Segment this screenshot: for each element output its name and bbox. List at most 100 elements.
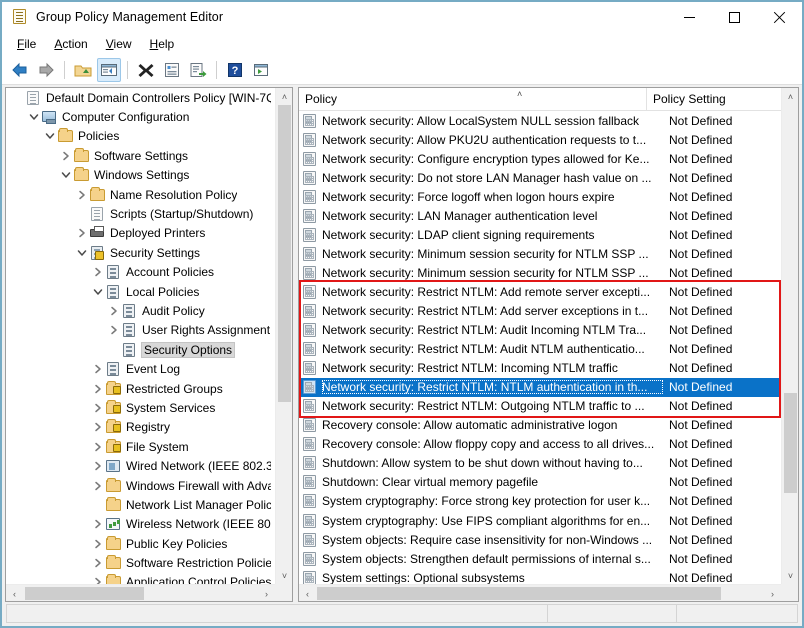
list-scroll-left-button[interactable]: ‹ bbox=[299, 585, 316, 601]
policy-row[interactable]: Network security: Restrict NTLM: Add rem… bbox=[299, 282, 781, 301]
policy-row[interactable]: Network security: Do not store LAN Manag… bbox=[299, 168, 781, 187]
chevron-right-icon[interactable] bbox=[74, 187, 90, 203]
up-one-level-button[interactable] bbox=[71, 58, 95, 82]
chevron-down-icon[interactable] bbox=[26, 109, 42, 125]
policy-row[interactable]: Network security: LDAP client signing re… bbox=[299, 225, 781, 244]
tree-item-policies[interactable]: Policies bbox=[6, 127, 275, 146]
tree-scroll-left-button[interactable]: ‹ bbox=[6, 585, 23, 601]
list-scroll-up-button[interactable]: ˄ bbox=[782, 88, 798, 105]
tree-item-security-options[interactable]: Security Options bbox=[6, 340, 275, 359]
tree-scroll-down-button[interactable]: ˅ bbox=[276, 567, 292, 584]
policy-row[interactable]: Network security: Force logoff when logo… bbox=[299, 187, 781, 206]
close-button[interactable] bbox=[757, 2, 802, 32]
tree-item-wired-network-ieee-802-3-p[interactable]: Wired Network (IEEE 802.3) P bbox=[6, 456, 275, 475]
chevron-down-icon[interactable] bbox=[58, 167, 74, 183]
tree-item-software-settings[interactable]: Software Settings bbox=[6, 146, 275, 165]
column-header-policy-setting[interactable]: Policy Setting bbox=[647, 88, 798, 111]
tree-item-deployed-printers[interactable]: Deployed Printers bbox=[6, 224, 275, 243]
menu-view[interactable]: View bbox=[97, 35, 141, 53]
chevron-right-icon[interactable] bbox=[90, 419, 106, 435]
tree-item-software-restriction-policies[interactable]: Software Restriction Policies bbox=[6, 553, 275, 572]
policy-list[interactable]: Network security: Allow LocalSystem NULL… bbox=[299, 111, 781, 584]
tree-item-computer-configuration[interactable]: Computer Configuration bbox=[6, 107, 275, 126]
chevron-right-icon[interactable] bbox=[90, 574, 106, 584]
chevron-right-icon[interactable] bbox=[58, 148, 74, 164]
policy-row[interactable]: Shutdown: Clear virtual memory pagefile N… bbox=[299, 473, 781, 492]
chevron-right-icon[interactable] bbox=[74, 225, 90, 241]
chevron-right-icon[interactable] bbox=[90, 381, 106, 397]
policy-row[interactable]: System objects: Require case insensitivi… bbox=[299, 530, 781, 549]
list-scroll-right-button[interactable]: › bbox=[764, 585, 781, 601]
tree-item-local-policies[interactable]: Local Policies bbox=[6, 282, 275, 301]
tree-item-audit-policy[interactable]: Audit Policy bbox=[6, 301, 275, 320]
chevron-right-icon[interactable] bbox=[106, 303, 122, 319]
policy-row[interactable]: Network security: Minimum session securi… bbox=[299, 244, 781, 263]
menu-file[interactable]: File bbox=[8, 35, 45, 53]
help-button[interactable]: ? bbox=[223, 58, 247, 82]
chevron-right-icon[interactable] bbox=[106, 322, 122, 338]
tree-item-account-policies[interactable]: Account Policies bbox=[6, 263, 275, 282]
tree-item-public-key-policies[interactable]: Public Key Policies bbox=[6, 534, 275, 553]
tree-vertical-scroll-thumb[interactable] bbox=[278, 105, 291, 402]
chevron-right-icon[interactable] bbox=[90, 478, 106, 494]
maximize-button[interactable] bbox=[712, 2, 757, 32]
tree-item-wireless-network-ieee-802-1[interactable]: Wireless Network (IEEE 802.1 bbox=[6, 515, 275, 534]
chevron-down-icon[interactable] bbox=[90, 284, 106, 300]
policy-row[interactable]: System cryptography: Force strong key pr… bbox=[299, 492, 781, 511]
policy-row[interactable]: Network security: Restrict NTLM: Audit I… bbox=[299, 321, 781, 340]
chevron-right-icon[interactable] bbox=[90, 458, 106, 474]
properties-button[interactable] bbox=[160, 58, 184, 82]
tree-item-file-system[interactable]: File System bbox=[6, 437, 275, 456]
tree-item-application-control-policies[interactable]: Application Control Policies bbox=[6, 573, 275, 584]
tree-item-default-domain-controllers-policy-win-7q5q[interactable]: Default Domain Controllers Policy [WIN-7… bbox=[6, 88, 275, 107]
delete-button[interactable] bbox=[134, 58, 158, 82]
list-horizontal-scrollbar[interactable]: ‹ › bbox=[299, 584, 781, 601]
tree-item-security-settings[interactable]: Security Settings bbox=[6, 243, 275, 262]
tree-item-user-rights-assignment[interactable]: User Rights Assignment bbox=[6, 321, 275, 340]
chevron-right-icon[interactable] bbox=[90, 516, 106, 532]
tree-item-windows-settings[interactable]: Windows Settings bbox=[6, 166, 275, 185]
tree-scroll-right-button[interactable]: › bbox=[258, 585, 275, 601]
chevron-right-icon[interactable] bbox=[90, 361, 106, 377]
policy-row[interactable]: Network security: Minimum session securi… bbox=[299, 263, 781, 282]
tree-item-scripts-startup-shutdown[interactable]: Scripts (Startup/Shutdown) bbox=[6, 204, 275, 223]
tree-item-system-services[interactable]: System Services bbox=[6, 398, 275, 417]
tree-vertical-scrollbar[interactable]: ˄ ˅ bbox=[275, 88, 292, 584]
show-hide-console-tree-button[interactable] bbox=[97, 57, 121, 82]
policy-row[interactable]: Network security: Allow LocalSystem NULL… bbox=[299, 111, 781, 130]
policy-row[interactable]: System cryptography: Use FIPS compliant … bbox=[299, 511, 781, 530]
forward-button[interactable] bbox=[34, 58, 58, 82]
chevron-right-icon[interactable] bbox=[90, 439, 106, 455]
tree-scroll-up-button[interactable]: ˄ bbox=[276, 88, 292, 105]
back-button[interactable] bbox=[8, 58, 32, 82]
tree-horizontal-scroll-thumb[interactable] bbox=[25, 587, 144, 600]
tree-item-windows-firewall-with-adva[interactable]: Windows Firewall with Adva bbox=[6, 476, 275, 495]
policy-row[interactable]: System objects: Strengthen default permi… bbox=[299, 549, 781, 568]
policy-row[interactable]: Network security: Restrict NTLM: Outgoin… bbox=[299, 397, 781, 416]
chevron-right-icon[interactable] bbox=[90, 400, 106, 416]
tree-horizontal-scrollbar[interactable]: ‹ › bbox=[6, 584, 275, 601]
policy-row[interactable]: Network security: LAN Manager authentica… bbox=[299, 206, 781, 225]
policy-row[interactable]: Network security: Restrict NTLM: Audit N… bbox=[299, 340, 781, 359]
list-vertical-scroll-thumb[interactable] bbox=[784, 393, 797, 493]
policy-row[interactable]: Network security: Allow PKU2U authentica… bbox=[299, 130, 781, 149]
policy-row[interactable]: Network security: Restrict NTLM: Incomin… bbox=[299, 359, 781, 378]
policy-row[interactable]: System settings: Optional subsystems Not … bbox=[299, 568, 781, 584]
tree-item-restricted-groups[interactable]: Restricted Groups bbox=[6, 379, 275, 398]
export-list-button[interactable] bbox=[186, 58, 210, 82]
policy-row[interactable]: Network security: Restrict NTLM: NTLM au… bbox=[299, 377, 781, 397]
chevron-down-icon[interactable] bbox=[42, 128, 58, 144]
chevron-right-icon[interactable] bbox=[90, 536, 106, 552]
list-scroll-down-button[interactable]: ˅ bbox=[782, 567, 798, 584]
chevron-right-icon[interactable] bbox=[90, 555, 106, 571]
chevron-down-icon[interactable] bbox=[74, 245, 90, 261]
policy-row[interactable]: Recovery console: Allow automatic admini… bbox=[299, 416, 781, 435]
policy-row[interactable]: Network security: Configure encryption t… bbox=[299, 149, 781, 168]
tree-item-name-resolution-policy[interactable]: Name Resolution Policy bbox=[6, 185, 275, 204]
policy-row[interactable]: Network security: Restrict NTLM: Add ser… bbox=[299, 301, 781, 320]
chevron-right-icon[interactable] bbox=[90, 264, 106, 280]
tree-item-registry[interactable]: Registry bbox=[6, 418, 275, 437]
menu-help[interactable]: Help bbox=[141, 35, 184, 53]
policy-row[interactable]: Shutdown: Allow system to be shut down w… bbox=[299, 454, 781, 473]
policy-row[interactable]: Recovery console: Allow floppy copy and … bbox=[299, 435, 781, 454]
